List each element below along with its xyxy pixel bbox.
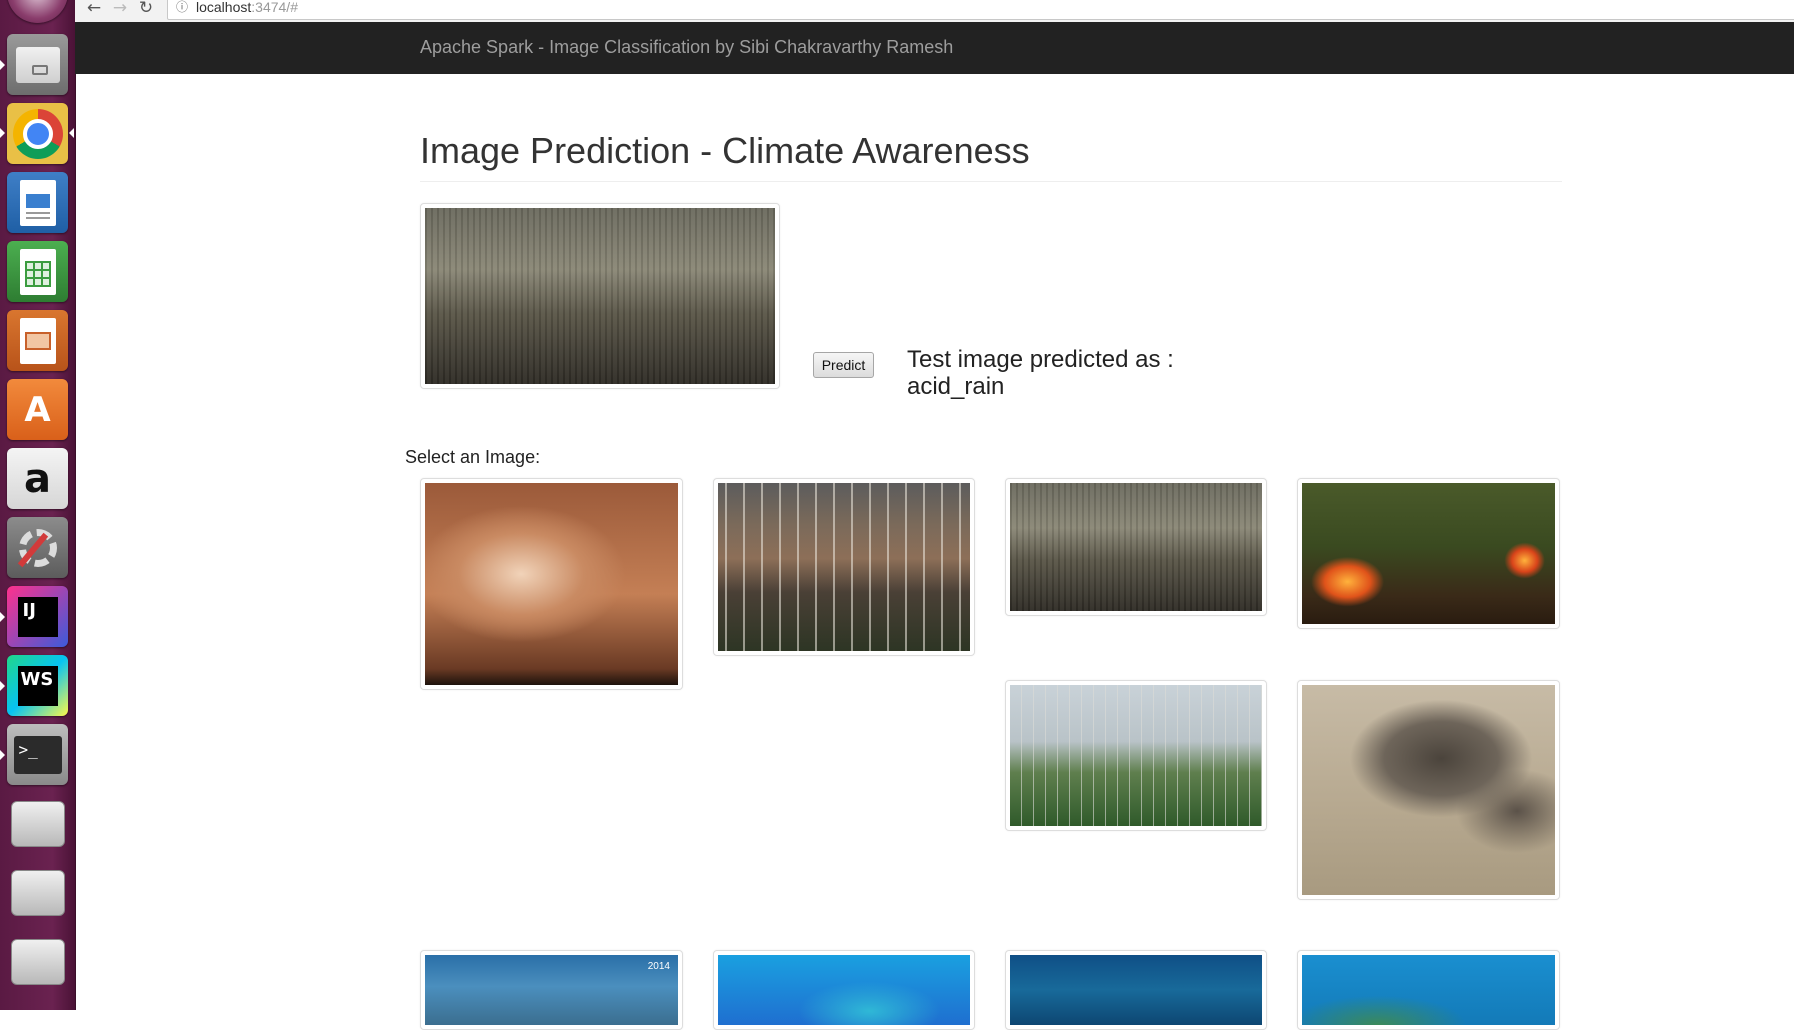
- prediction-result: Test image predicted as : acid_rain: [907, 346, 1174, 400]
- focused-indicator: [69, 128, 74, 138]
- running-indicator: [0, 612, 5, 622]
- navbar-brand[interactable]: Apache Spark - Image Classification by S…: [420, 37, 953, 58]
- chrome-icon[interactable]: [7, 103, 68, 164]
- page-title: Image Prediction - Climate Awareness: [420, 130, 1030, 171]
- gallery-thumbnail[interactable]: 2014: [420, 950, 683, 1030]
- calc-icon[interactable]: [7, 241, 68, 302]
- reef-fish-image: [718, 955, 970, 1025]
- year-badge: 2014: [647, 961, 670, 972]
- amazon-icon[interactable]: a: [7, 448, 68, 509]
- ubuntu-icon[interactable]: [7, 0, 68, 23]
- url-rest: :3474/#: [251, 0, 298, 15]
- running-indicator: [0, 60, 5, 70]
- shallow-reef-image: [1302, 955, 1555, 1025]
- gallery-thumbnail[interactable]: [713, 950, 975, 1030]
- files-icon[interactable]: [7, 34, 68, 95]
- back-icon[interactable]: ←: [83, 0, 105, 20]
- drive-icon[interactable]: [7, 931, 68, 992]
- title-divider: [420, 181, 1562, 182]
- ubuntu-launcher: A a IJ WS >_: [0, 0, 76, 1010]
- intellij-icon[interactable]: IJ: [7, 586, 68, 647]
- selected-image: [420, 203, 780, 389]
- drive-icon[interactable]: [7, 862, 68, 923]
- dead-forest-mountains-image: [718, 483, 970, 651]
- running-indicator: [0, 128, 5, 138]
- predict-button[interactable]: Predict: [813, 352, 874, 378]
- browser-toolbar: ← → ↻ ⓘ localhost:3474/#: [75, 0, 1794, 23]
- smokestack-pollution-image: [1302, 685, 1555, 895]
- select-image-label: Select an Image:: [405, 447, 541, 467]
- software-center-icon[interactable]: A: [7, 379, 68, 440]
- reload-icon[interactable]: ↻: [135, 0, 157, 20]
- drive-icon[interactable]: [7, 793, 68, 854]
- forward-icon[interactable]: →: [109, 0, 131, 20]
- gallery-thumbnail[interactable]: [1005, 680, 1267, 831]
- gallery-thumbnail[interactable]: [1005, 950, 1267, 1030]
- settings-icon[interactable]: [7, 517, 68, 578]
- url-field[interactable]: ⓘ localhost:3474/#: [167, 0, 1794, 20]
- navbar: Apache Spark - Image Classification by S…: [75, 22, 1794, 74]
- coral-reef-image: 2014: [425, 955, 678, 1025]
- info-icon[interactable]: ⓘ: [176, 0, 188, 15]
- gallery-thumbnail[interactable]: [1297, 950, 1560, 1030]
- prediction-value: acid_rain: [907, 373, 1005, 400]
- writer-icon[interactable]: [7, 172, 68, 233]
- prediction-label: Test image predicted as :: [907, 346, 1174, 373]
- power-plant-smoke-image: [425, 483, 678, 685]
- acid-rain-ruins-image: [1010, 483, 1262, 611]
- acid-rain-ruins-image: [425, 208, 775, 384]
- webstorm-icon[interactable]: WS: [7, 655, 68, 716]
- gallery-thumbnail[interactable]: [713, 478, 975, 656]
- running-indicator: [0, 750, 5, 760]
- running-indicator: [0, 681, 5, 691]
- gallery-thumbnail[interactable]: [1297, 478, 1560, 629]
- dead-trees-tower-image: [1010, 685, 1262, 826]
- gallery-thumbnail[interactable]: [1005, 478, 1267, 616]
- gallery-thumbnail[interactable]: [1297, 680, 1560, 900]
- gallery-thumbnail[interactable]: [420, 478, 683, 690]
- url-host: localhost: [196, 0, 252, 15]
- fish-school-image: [1010, 955, 1262, 1025]
- terminal-icon[interactable]: >_: [7, 724, 68, 785]
- forest-fire-image: [1302, 483, 1555, 624]
- impress-icon[interactable]: [7, 310, 68, 371]
